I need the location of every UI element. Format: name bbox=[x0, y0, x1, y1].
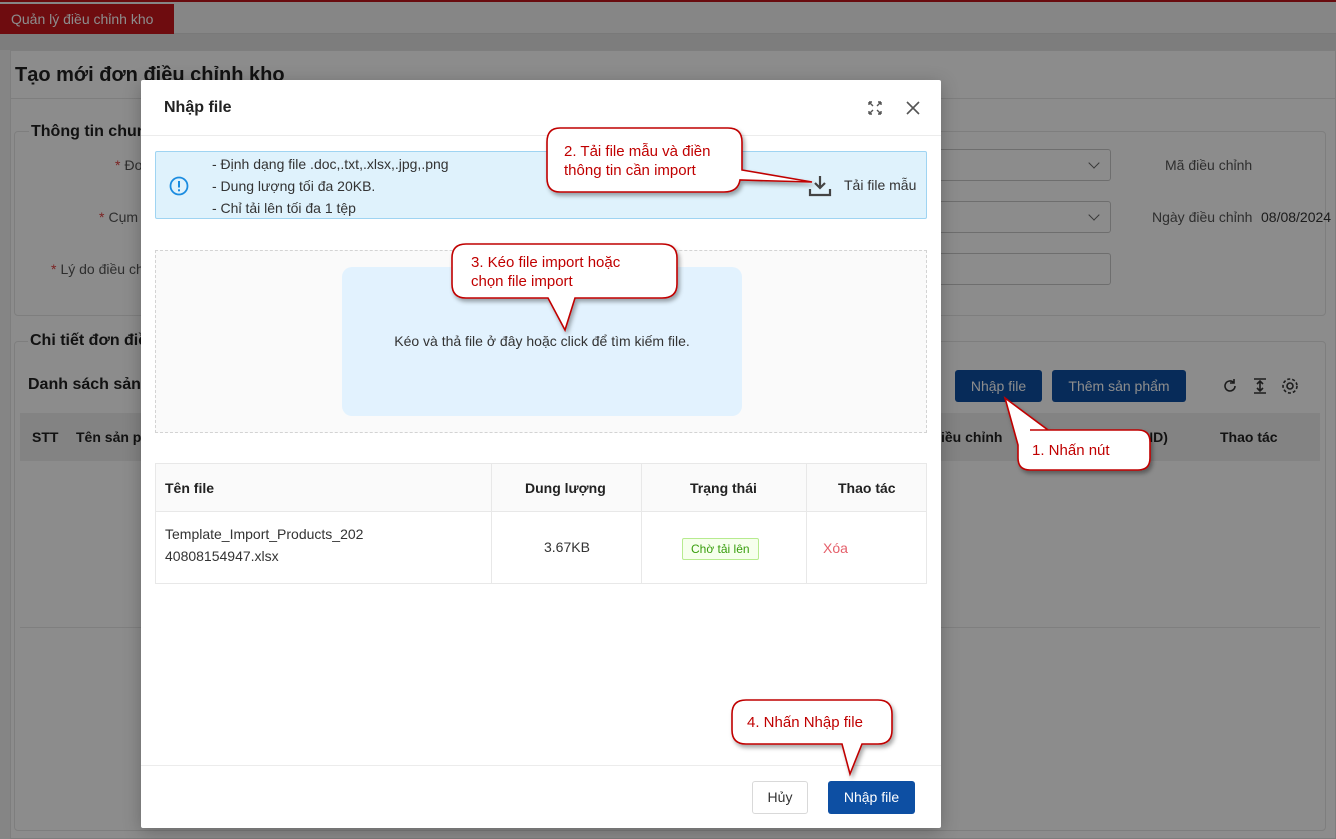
divider bbox=[641, 464, 642, 583]
close-icon[interactable] bbox=[902, 97, 924, 119]
download-icon[interactable] bbox=[807, 173, 833, 199]
col-file-size: Dung lượng bbox=[525, 480, 606, 496]
col-file-name: Tên file bbox=[165, 480, 215, 496]
delete-file-link[interactable]: Xóa bbox=[823, 540, 848, 556]
modal-title: Nhập file bbox=[164, 99, 232, 116]
info-icon bbox=[169, 176, 189, 196]
status-badge: Chờ tải lên bbox=[682, 538, 759, 560]
callout-step2-line1: 2. Tải file mẫu và điền bbox=[564, 143, 711, 160]
callout-step4: 4. Nhấn Nhập file bbox=[747, 714, 863, 731]
callout-step2-line2: thông tin cần import bbox=[564, 162, 696, 179]
info-size: - Dung lượng tối đa 20KB. bbox=[212, 178, 376, 194]
divider bbox=[806, 464, 807, 583]
submit-import-button[interactable]: Nhập file bbox=[828, 781, 915, 814]
file-table: Tên file Dung lượng Trạng thái Thao tác … bbox=[155, 463, 927, 584]
dropzone-text: Kéo và thả file ở đây hoặc click để tìm … bbox=[394, 333, 690, 349]
divider bbox=[491, 464, 492, 583]
info-alert: - Định dạng file .doc,.txt,.xlsx,.jpg,.p… bbox=[155, 151, 927, 219]
callout-step3-line2: chọn file import bbox=[471, 273, 573, 290]
col-actions: Thao tác bbox=[838, 480, 896, 496]
info-count: - Chỉ tải lên tối đa 1 tệp bbox=[212, 200, 356, 216]
callout-step1: 1. Nhấn nút bbox=[1032, 442, 1110, 459]
file-name-line1: Template_Import_Products_202 bbox=[165, 526, 364, 542]
cancel-button[interactable]: Hủy bbox=[752, 781, 808, 814]
col-status: Trạng thái bbox=[690, 480, 757, 496]
callout-step3-line1: 3. Kéo file import hoặc bbox=[471, 254, 621, 271]
file-size: 3.67KB bbox=[544, 539, 590, 555]
download-template-link[interactable]: Tải file mẫu bbox=[844, 177, 916, 193]
info-format: - Định dạng file .doc,.txt,.xlsx,.jpg,.p… bbox=[212, 156, 449, 172]
file-name-line2: 40808154947.xlsx bbox=[165, 548, 279, 564]
modal-footer: Hủy Nhập file bbox=[141, 765, 941, 828]
fullscreen-icon[interactable] bbox=[864, 97, 886, 119]
modal-header: Nhập file bbox=[141, 80, 941, 136]
